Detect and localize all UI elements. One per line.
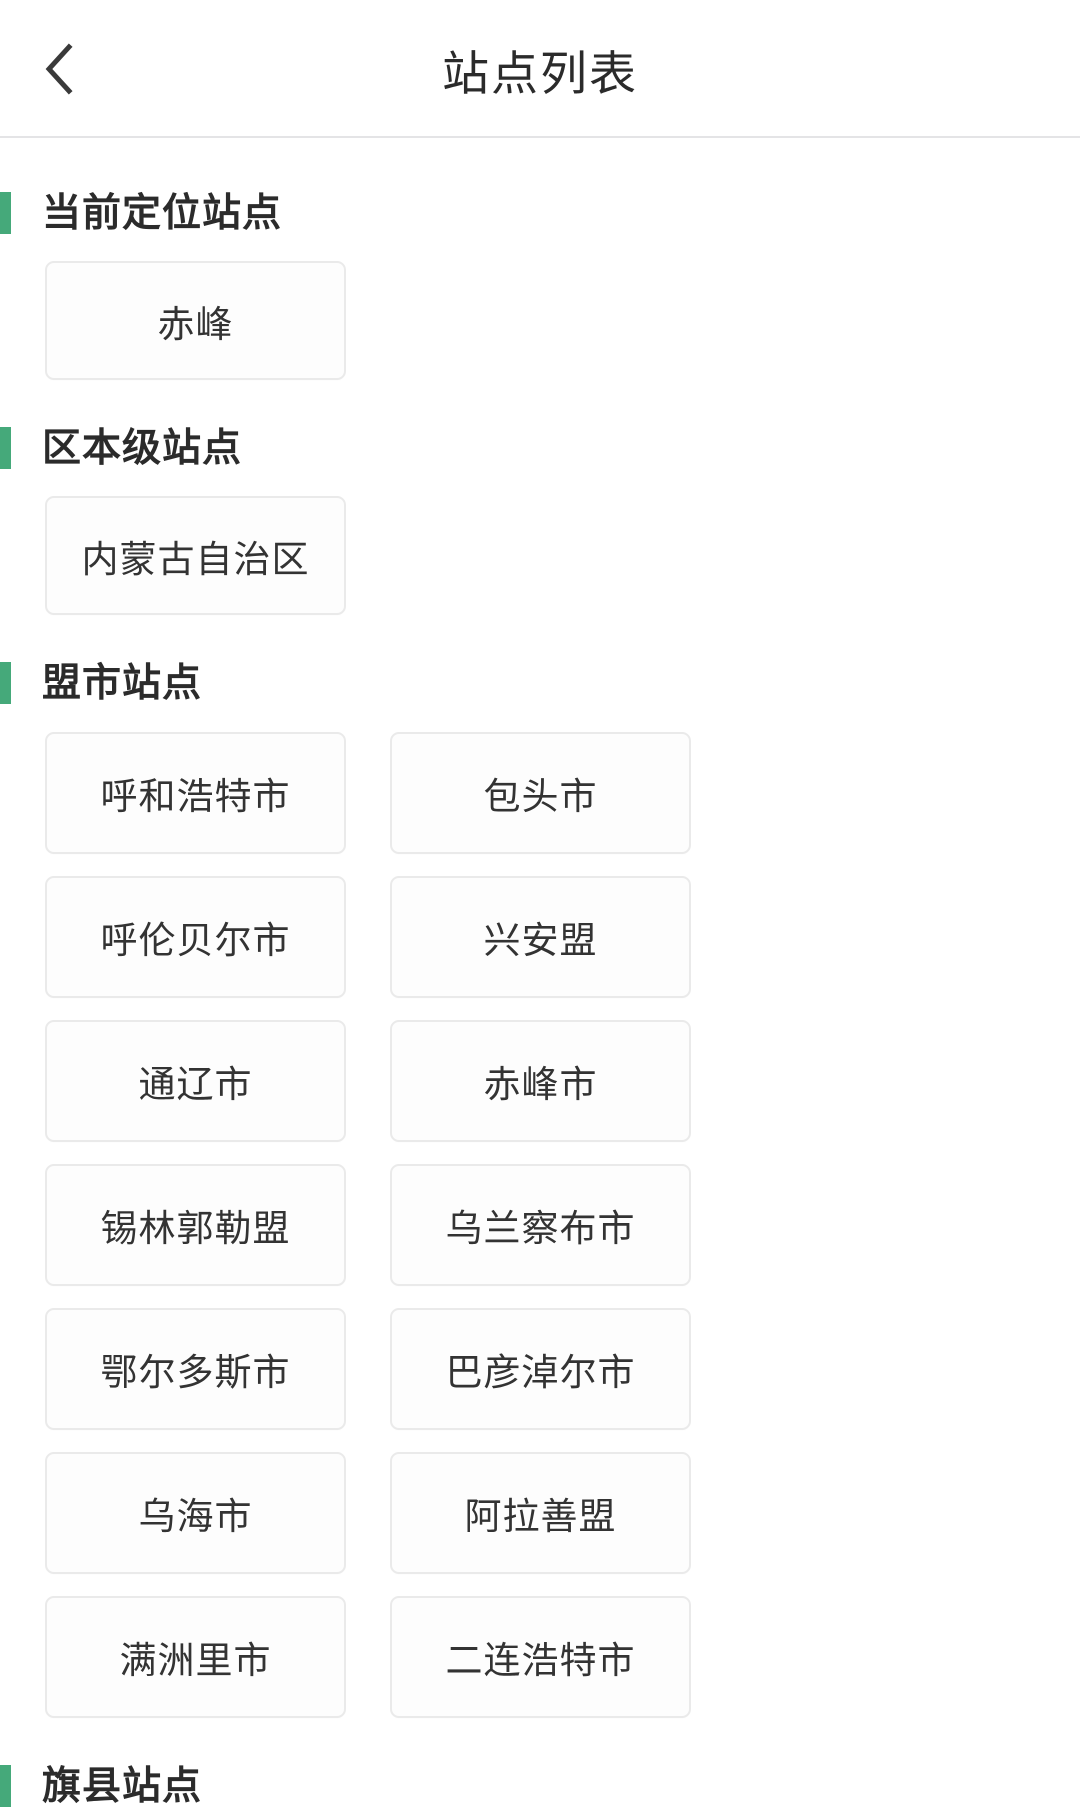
section-accent-bar: [0, 1765, 11, 1807]
section-header: 当前定位站点: [0, 191, 1080, 235]
station-chip[interactable]: 包头市: [390, 732, 691, 854]
station-list-content: 当前定位站点 赤峰 区本级站点 内蒙古自治区 盟市站点 呼和浩特市 包头市 呼伦…: [0, 191, 1080, 1808]
section-accent-bar: [0, 427, 11, 469]
app-header: 站点列表: [0, 0, 1080, 138]
station-chip[interactable]: 呼伦贝尔市: [45, 876, 346, 998]
section-current-location: 当前定位站点 赤峰: [0, 191, 1080, 380]
station-chip[interactable]: 兴安盟: [390, 876, 691, 998]
station-chip[interactable]: 乌海市: [45, 1452, 346, 1574]
station-grid-region-level: 内蒙古自治区: [0, 496, 1080, 615]
section-title: 区本级站点: [42, 426, 243, 470]
section-county-stations: 旗县站点: [0, 1764, 1080, 1808]
station-chip[interactable]: 内蒙古自治区: [45, 496, 346, 615]
station-chip[interactable]: 乌兰察布市: [390, 1164, 691, 1286]
station-chip[interactable]: 通辽市: [45, 1020, 346, 1142]
station-grid-current-location: 赤峰: [0, 261, 1080, 380]
station-chip[interactable]: 赤峰: [45, 261, 346, 380]
station-chip[interactable]: 二连浩特市: [390, 1596, 691, 1718]
page-title: 站点列表: [442, 46, 638, 100]
section-title: 盟市站点: [42, 661, 203, 705]
station-chip[interactable]: 呼和浩特市: [45, 732, 346, 854]
section-accent-bar: [0, 192, 11, 234]
section-header: 旗县站点: [0, 1764, 1080, 1808]
station-chip[interactable]: 满洲里市: [45, 1596, 346, 1718]
station-chip[interactable]: 锡林郭勒盟: [45, 1164, 346, 1286]
section-title: 旗县站点: [42, 1764, 203, 1808]
section-prefecture-cities: 盟市站点 呼和浩特市 包头市 呼伦贝尔市 兴安盟 通辽市 赤峰市 锡林郭勒盟 乌…: [0, 661, 1080, 1718]
station-chip[interactable]: 赤峰市: [390, 1020, 691, 1142]
station-chip[interactable]: 阿拉善盟: [390, 1452, 691, 1574]
station-chip[interactable]: 巴彦淖尔市: [390, 1308, 691, 1430]
section-accent-bar: [0, 662, 11, 704]
section-region-level: 区本级站点 内蒙古自治区: [0, 426, 1080, 615]
station-chip[interactable]: 鄂尔多斯市: [45, 1308, 346, 1430]
station-grid-prefecture-cities: 呼和浩特市 包头市 呼伦贝尔市 兴安盟 通辽市 赤峰市 锡林郭勒盟 乌兰察布市 …: [0, 732, 1080, 1718]
section-title: 当前定位站点: [42, 191, 283, 235]
section-header: 区本级站点: [0, 426, 1080, 470]
section-header: 盟市站点: [0, 661, 1080, 705]
